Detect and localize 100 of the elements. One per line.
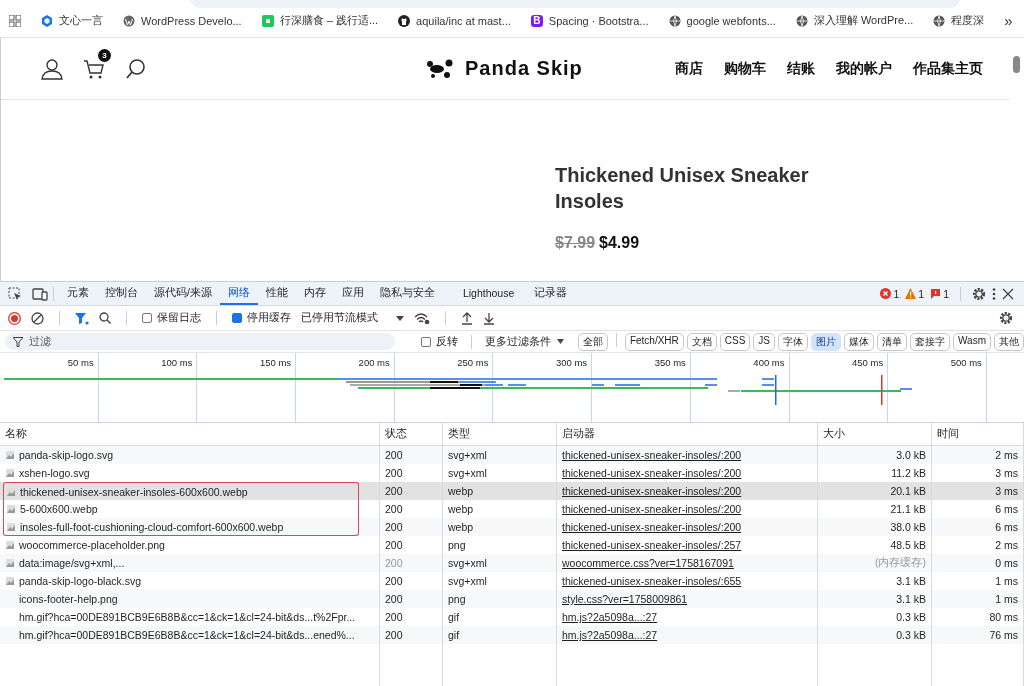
type-filter-chip[interactable]: 其他 [994, 332, 1024, 351]
checkbox-option[interactable]: 停用缓存 [232, 311, 291, 325]
more-bookmarks-button[interactable]: » [1004, 12, 1013, 29]
warnings-count[interactable]: 1 [905, 287, 925, 300]
initiator-link[interactable]: thickened-unisex-sneaker-insoles/:200 [562, 503, 742, 515]
initiator-link[interactable]: thickened-unisex-sneaker-insoles/:200 [562, 449, 742, 461]
nav-link[interactable]: 购物车 [724, 59, 766, 78]
type-filter-chip[interactable]: CSS [719, 332, 751, 351]
request-name[interactable]: data:image/svg+xml,... [19, 557, 125, 569]
account-icon[interactable] [41, 57, 63, 80]
request-name[interactable]: hm.gif?hca=00DE891BCB9E6B8B&cc=1&ck=1&cl=24-bit&ds...ened%... [19, 629, 355, 641]
errors-count[interactable]: 1 [880, 287, 900, 300]
bookmark[interactable]: 深入理解 WordPre... [795, 13, 914, 28]
more-options-icon[interactable] [992, 286, 996, 301]
nav-link[interactable]: 我的帐户 [836, 59, 892, 78]
column-header[interactable]: 状态 [380, 423, 443, 445]
initiator-link[interactable]: thickened-unisex-sneaker-insoles/:200 [562, 485, 742, 497]
initiator-link[interactable]: woocommerce.css?ver=1758167091 [562, 557, 734, 569]
initiator-link[interactable]: style.css?ver=1758009861 [562, 593, 688, 605]
nav-link[interactable]: 结账 [787, 59, 815, 78]
bookmark[interactable]: WordPress Develo... [123, 14, 242, 27]
type-filter-chip[interactable]: 全部 [577, 332, 608, 351]
type-filter-chip[interactable]: JS [753, 332, 776, 351]
initiator-link[interactable]: thickened-unisex-sneaker-insoles/:655 [562, 575, 742, 587]
initiator-link[interactable]: hm.js?2a5098a...:27 [562, 629, 658, 641]
clear-icon[interactable] [31, 311, 44, 325]
type-filter-chip[interactable]: 套接字 [910, 332, 951, 351]
settings-icon[interactable] [972, 286, 986, 301]
scrollbar-thumb[interactable] [1013, 56, 1020, 73]
panel-tab[interactable]: Lighthouse [442, 282, 527, 305]
panel-tab[interactable]: 记录器 [526, 282, 576, 305]
type-filter-chip[interactable]: 字体 [778, 332, 809, 351]
request-name[interactable]: hm.gif?hca=00DE891BCB9E6B8B&cc=1&ck=1&cl=24-bit&ds...t%2Fpr... [19, 611, 356, 623]
issues-count[interactable]: 1 [930, 287, 949, 300]
upload-icon[interactable] [461, 311, 473, 325]
device-toolbar-icon[interactable] [32, 286, 48, 301]
globe-icon [795, 14, 808, 27]
panel-tab[interactable]: 应用 [333, 282, 372, 305]
column-header[interactable]: 时间 [932, 423, 1024, 445]
panel-tab[interactable]: 源代码/来源 [146, 282, 220, 305]
type-filter-chip[interactable]: 图片 [811, 332, 842, 351]
filter-icon[interactable] [75, 311, 89, 325]
request-name[interactable]: xshen-logo.svg [19, 467, 90, 479]
search-icon[interactable] [125, 57, 147, 80]
caret-icon [396, 315, 404, 321]
table-cell: svg+xml [443, 554, 557, 572]
apps-grid-icon [9, 14, 21, 27]
request-name[interactable]: 5-600x600.webp [20, 503, 98, 515]
initiator-link[interactable]: thickened-unisex-sneaker-insoles/:257 [562, 539, 742, 551]
table-cell: 0.3 kB [818, 626, 932, 644]
checkbox-option[interactable]: 保留日志 [142, 311, 201, 325]
checkbox-option[interactable]: 反转 [421, 334, 458, 349]
stop-recording-icon[interactable] [8, 311, 21, 325]
nav-link[interactable]: 商店 [675, 59, 703, 78]
initiator-link[interactable]: thickened-unisex-sneaker-insoles/:200 [562, 521, 742, 533]
panel-tab[interactable]: 控制台 [97, 282, 146, 305]
panel-tab[interactable]: 元素 [59, 282, 97, 305]
column-header[interactable]: 类型 [443, 423, 557, 445]
type-filter-chip[interactable]: Fetch/XHR [624, 332, 684, 351]
site-logo[interactable]: Panda Skip [465, 57, 583, 80]
bookmark[interactable]: aquila/inc at mast... [398, 14, 511, 27]
bookmark[interactable]: 文心一言 [41, 13, 103, 28]
search-icon[interactable] [99, 312, 111, 324]
request-name[interactable]: panda-skip-logo.svg [19, 449, 113, 461]
globe-icon [668, 14, 681, 27]
type-filter-chip[interactable]: 媒体 [844, 332, 875, 351]
bookmark[interactable]: B Spacing · Bootstra... [530, 14, 649, 27]
panel-tab[interactable]: 性能 [257, 282, 296, 305]
panel-tab[interactable]: 网络 [219, 282, 258, 305]
throttling-dropdown[interactable]: 已停用节流模式 [301, 311, 404, 325]
cart-count-badge: 3 [98, 48, 111, 62]
column-header[interactable]: 名称 [0, 423, 380, 445]
column-header[interactable]: 启动器 [557, 423, 818, 445]
more-filters-dropdown[interactable]: 更多过滤条件 [484, 334, 564, 349]
panel-tab[interactable]: 隐私与安全 [371, 282, 443, 305]
close-icon[interactable] [1002, 287, 1014, 300]
bookmark[interactable]: google webfonts... [668, 14, 776, 27]
type-filter-chip[interactable]: Wasm [953, 332, 991, 351]
nav-link[interactable]: 作品集主页 [913, 59, 983, 78]
type-filter-chip[interactable]: 文档 [686, 332, 717, 351]
network-conditions-icon[interactable] [414, 311, 430, 325]
panel-tab[interactable]: 内存 [295, 282, 334, 305]
initiator-link[interactable]: thickened-unisex-sneaker-insoles/:200 [562, 467, 742, 479]
download-icon[interactable] [483, 311, 495, 325]
type-filter-chip[interactable]: 清单 [877, 332, 908, 351]
cart-icon[interactable] [83, 57, 105, 80]
table-cell: png [443, 590, 557, 608]
table-cell: 1 ms [932, 590, 1024, 608]
request-name[interactable]: woocommerce-placeholder.png [19, 539, 165, 551]
table-cell: 0 ms [932, 554, 1024, 572]
request-name[interactable]: panda-skip-logo-black.svg [19, 575, 141, 587]
settings-icon[interactable] [999, 311, 1013, 325]
bookmark[interactable]: 程度深 [933, 13, 985, 28]
filter-field[interactable]: 过滤 [5, 333, 395, 350]
request-name[interactable]: icons-footer-help.png [19, 593, 118, 605]
inspect-icon[interactable] [8, 286, 22, 301]
table-cell: 200 [380, 446, 443, 464]
column-header[interactable]: 大小 [818, 423, 932, 445]
initiator-link[interactable]: hm.js?2a5098a...:27 [562, 611, 658, 623]
bookmark[interactable]: 行深膳食 – 践行适... [261, 13, 379, 28]
